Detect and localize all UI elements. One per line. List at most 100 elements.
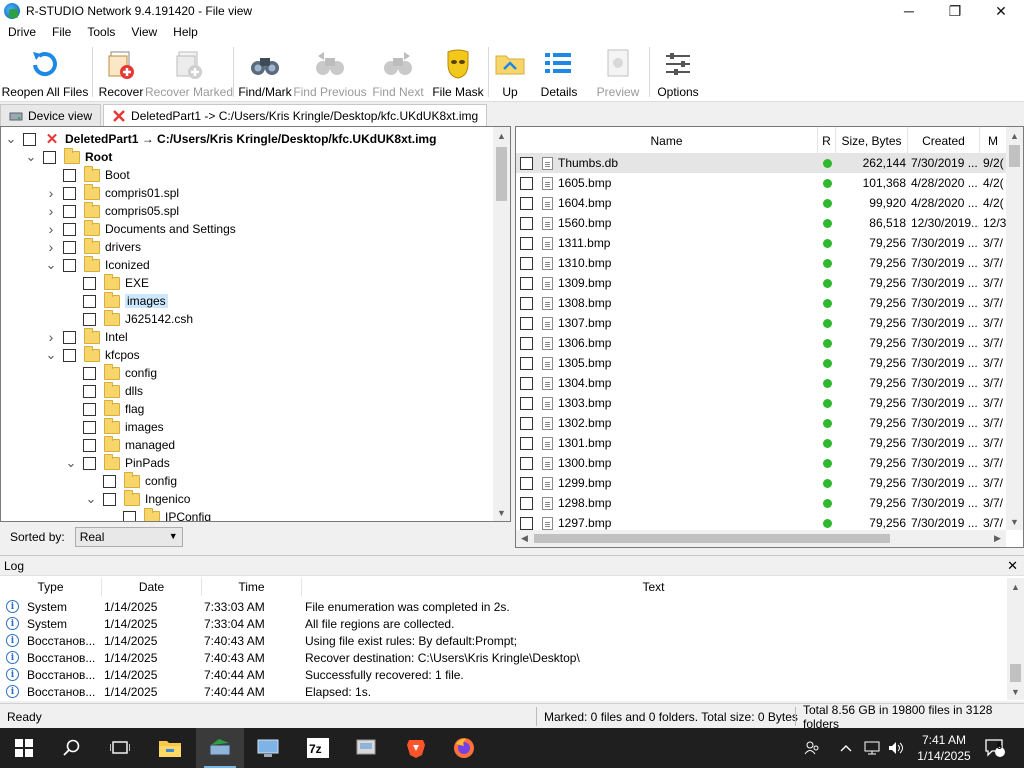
file-checkbox[interactable] [520,356,533,370]
chevron-down-icon[interactable]: ⌄ [45,348,57,361]
file-checkbox[interactable] [520,276,533,290]
tree-checkbox[interactable] [83,456,96,470]
tree-node[interactable]: ⌄ ✕ DeletedPart1 → C:/Users/Kris Kringle/D… [5,130,437,148]
scroll-up-arrow-icon[interactable]: ▲ [1007,578,1024,595]
drive-tool-icon[interactable] [342,728,390,768]
notification-center-icon[interactable]: 5 [984,728,1006,768]
file-checkbox[interactable] [520,396,533,410]
tree-scroll-thumb[interactable] [496,147,507,201]
scroll-up-arrow-icon[interactable]: ▲ [493,127,510,144]
log-row[interactable]: i System 1/14/2025 7:33:03 AM File enumerati… [0,598,1005,615]
tree-checkbox[interactable] [83,276,96,290]
network-icon[interactable] [864,728,880,768]
scroll-down-arrow-icon[interactable]: ▼ [1007,683,1024,700]
file-list-horizontal-scrollbar[interactable]: ◀ ▶ [516,530,1006,547]
file-row[interactable]: 1301.bmp 79,256 7/30/2019 ... 3/7/ [516,433,1006,453]
file-row[interactable]: 1305.bmp 79,256 7/30/2019 ... 3/7/ [516,353,1006,373]
find-previous-button[interactable]: Find Previous [293,42,367,100]
tree-vertical-scrollbar[interactable]: ▲ ▼ [493,127,510,521]
volume-icon[interactable] [888,728,904,768]
chevron-down-icon[interactable]: ⌄ [85,492,97,505]
menu-view[interactable]: View [123,25,165,39]
log-column-type[interactable]: Type [0,578,102,596]
file-checkbox[interactable] [520,316,533,330]
tree-checkbox[interactable] [83,402,96,416]
log-row[interactable]: i Восстанов... 1/14/2025 7:40:44 AM Elapsed:… [0,683,1005,700]
column-size[interactable]: Size, Bytes [836,127,908,155]
chevron-down-icon[interactable]: ⌄ [45,258,57,271]
tree-checkbox[interactable] [63,348,76,362]
file-checkbox[interactable] [520,176,533,190]
tree-checkbox[interactable] [103,474,116,488]
log-scroll-thumb[interactable] [1010,664,1021,682]
log-row[interactable]: i System 1/14/2025 7:33:04 AM All file regio… [0,615,1005,632]
file-row[interactable]: 1303.bmp 79,256 7/30/2019 ... 3/7/ [516,393,1006,413]
file-checkbox[interactable] [520,476,533,490]
tree-node[interactable]: ⌄ kfcpos [45,345,140,364]
scroll-up-arrow-icon[interactable]: ▲ [1006,127,1023,144]
tree-node[interactable]: IPConfig [105,507,211,521]
up-button[interactable]: Up [491,42,529,100]
tree-checkbox[interactable] [103,492,116,506]
tree-checkbox[interactable] [43,150,56,164]
tree-checkbox[interactable] [83,438,96,452]
chevron-right-icon[interactable]: › [45,239,57,255]
file-row[interactable]: 1309.bmp 79,256 7/30/2019 ... 3/7/ [516,273,1006,293]
file-checkbox[interactable] [520,416,533,430]
file-checkbox[interactable] [520,196,533,210]
column-modified[interactable]: M [980,127,1006,155]
tree-node[interactable]: › Intel [45,327,128,346]
tree-checkbox[interactable] [83,420,96,434]
tree-checkbox[interactable] [83,312,96,326]
preview-button[interactable]: Preview [589,42,647,100]
tree-node[interactable]: › drivers [45,237,141,256]
tree-node[interactable]: ⌄ Root [25,147,112,166]
file-row[interactable]: 1300.bmp 79,256 7/30/2019 ... 3/7/ [516,453,1006,473]
reopen-all-files-button[interactable]: Reopen All Files [0,42,90,100]
menu-drive[interactable]: Drive [0,25,44,39]
tree-checkbox[interactable] [83,366,96,380]
scroll-down-arrow-icon[interactable]: ▼ [493,504,510,521]
tree-checkbox[interactable] [123,510,136,521]
tree-node[interactable]: ⌄ Ingenico [85,489,190,508]
tree-node[interactable]: ⌄ Iconized [45,255,150,274]
network-tool-icon[interactable] [244,728,292,768]
tree-node[interactable]: Boot [45,165,130,184]
file-row[interactable]: 1307.bmp 79,256 7/30/2019 ... 3/7/ [516,313,1006,333]
file-row[interactable]: Thumbs.db 262,144 7/30/2019 ... 9/2( [516,153,1006,173]
file-explorer-icon[interactable] [146,728,194,768]
file-list-hscroll-thumb[interactable] [534,534,890,543]
firefox-icon[interactable] [440,728,488,768]
7zip-icon[interactable]: 7z [294,728,342,768]
tree-node[interactable]: EXE [65,273,149,292]
options-button[interactable]: Options [652,42,704,100]
column-name[interactable]: Name [516,127,818,155]
recover-marked-button[interactable]: Recover Marked [145,42,233,100]
log-column-date[interactable]: Date [102,578,202,596]
tree-node[interactable]: › Documents and Settings [45,219,236,238]
file-checkbox[interactable] [520,456,533,470]
minimize-button[interactable]: ─ [886,0,932,22]
tree-checkbox[interactable] [83,384,96,398]
tree-checkbox[interactable] [63,222,76,236]
tree-node[interactable]: › compris05.spl [45,201,179,220]
chevron-right-icon[interactable]: › [45,185,57,201]
file-row[interactable]: 1302.bmp 79,256 7/30/2019 ... 3/7/ [516,413,1006,433]
task-view-icon[interactable] [96,728,144,768]
file-checkbox[interactable] [520,156,533,170]
r-studio-icon[interactable] [196,728,244,768]
chevron-right-icon[interactable]: › [45,329,57,345]
details-button[interactable]: Details [529,42,589,100]
tree-node[interactable]: config [65,363,157,382]
file-row[interactable]: 1306.bmp 79,256 7/30/2019 ... 3/7/ [516,333,1006,353]
file-row[interactable]: 1308.bmp 79,256 7/30/2019 ... 3/7/ [516,293,1006,313]
search-icon[interactable] [48,728,96,768]
file-checkbox[interactable] [520,256,533,270]
chevron-right-icon[interactable]: › [45,221,57,237]
tree-checkbox[interactable] [63,330,76,344]
find-next-button[interactable]: Find Next [366,42,430,100]
tree-node[interactable]: images [65,417,164,436]
tree-checkbox[interactable] [63,240,76,254]
tree-node[interactable]: ⌄ PinPads [65,453,170,472]
start-icon[interactable] [0,728,48,768]
